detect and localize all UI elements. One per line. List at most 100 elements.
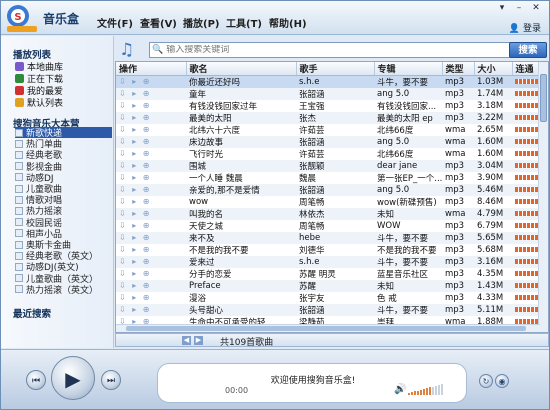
row-artist: 周笔畅 (296, 196, 374, 208)
repeat-icon[interactable]: ↻ (479, 374, 493, 388)
row-type: mp3 (442, 88, 474, 100)
prev-page-icon[interactable]: ◀ (182, 336, 191, 345)
table-row[interactable]: ⇩ ▸ ⊕ 漫浴 张宇友色 戒 mp3 4.33M (116, 292, 540, 304)
connectivity-bar (515, 103, 540, 108)
category-icon (15, 184, 23, 193)
table-row[interactable]: ⇩ ▸ ⊕ wow 周笔畅 wow(新碟预售) mp3 8.46M (116, 196, 540, 208)
next-button[interactable]: ⏭ (101, 370, 121, 390)
search-box: 🔍 (149, 42, 513, 58)
volume-bar (432, 386, 434, 395)
row-connectivity (512, 232, 540, 244)
row-artist: 张韶涵 (296, 304, 374, 316)
horizontal-scrollbar[interactable] (116, 324, 540, 332)
menu-view[interactable]: 查看(V) (140, 15, 183, 30)
row-actions-icon[interactable]: ⇩ ▸ ⊕ (119, 173, 152, 182)
vertical-scroll-thumb[interactable] (540, 74, 547, 122)
menu-tools[interactable]: 工具(T) (226, 15, 269, 30)
menu-file[interactable]: 文件(F) (97, 15, 140, 30)
row-actions-icon[interactable]: ⇩ ▸ ⊕ (119, 269, 152, 278)
row-album: 第一张EP_一个... (374, 172, 442, 184)
table-row[interactable]: ⇩ ▸ ⊕ 飞行时光 许茹芸 北纬66度 wma 1.60M (116, 148, 540, 160)
row-title: 童年 (186, 88, 296, 100)
row-title: 北纬六十六度 (186, 124, 296, 136)
table-row[interactable]: ⇩ ▸ ⊕ 来不及 hebe 斗牛，要不要 mp3 5.65M (116, 232, 540, 244)
connectivity-bar (515, 151, 540, 156)
table-row[interactable]: ⇩ ▸ ⊕ 有钱没钱回家过年 王宝强 有钱没钱回家... mp3 3.18M (116, 100, 540, 112)
table-row[interactable]: ⇩ ▸ ⊕ 你最近还好吗 s.h.e 斗牛，要不要 mp3 1.03M (116, 75, 540, 88)
volume-slider[interactable] (408, 384, 452, 395)
row-size: 3.16M (474, 256, 512, 268)
row-actions-icon[interactable]: ⇩ ▸ ⊕ (119, 197, 152, 206)
table-row[interactable]: ⇩ ▸ ⊕ 童年 张韶涵 ang 5.0 mp3 1.74M (116, 88, 540, 100)
skin-icon[interactable]: ▾ (495, 3, 509, 14)
music-note-icon (15, 61, 24, 71)
table-row[interactable]: ⇩ ▸ ⊕ 叫我的名 林依杰 未知 wma 4.79M (116, 208, 540, 220)
playlist-item[interactable]: 我的最爱 (15, 84, 63, 97)
menu-help[interactable]: 帮助(H) (269, 15, 312, 30)
play-button[interactable]: ▶ (51, 356, 95, 400)
table-row[interactable]: ⇩ ▸ ⊕ 头号甜心 张韶涵 斗牛，要不要 mp3 5.11M (116, 304, 540, 316)
table-row[interactable]: ⇩ ▸ ⊕ 分手的恋爱 苏醒 明灵 蓝星音乐社区 mp3 4.35M (116, 268, 540, 280)
row-actions-icon[interactable]: ⇩ ▸ ⊕ (119, 293, 152, 302)
search-button[interactable]: 搜索 (509, 42, 547, 58)
row-actions-icon[interactable]: ⇩ ▸ ⊕ (119, 257, 152, 266)
mini-mode-icon[interactable]: ◉ (495, 374, 509, 388)
table-row[interactable]: ⇩ ▸ ⊕ 北纬六十六度 许茹芸 北纬66度 wma 2.65M (116, 124, 540, 136)
col-album[interactable]: 专辑 (374, 62, 443, 76)
row-actions-icon[interactable]: ⇩ ▸ ⊕ (119, 113, 152, 122)
row-artist: 苏醒 明灵 (296, 268, 374, 280)
playlist-item[interactable]: 本地曲库 (15, 60, 63, 73)
row-actions-icon[interactable]: ⇩ ▸ ⊕ (119, 233, 152, 242)
volume-bar (408, 393, 410, 395)
song-count: 共109首歌曲 (220, 338, 274, 348)
row-actions-icon[interactable]: ⇩ ▸ ⊕ (119, 77, 152, 86)
row-album: dear jane (374, 160, 442, 172)
row-actions-icon[interactable]: ⇩ ▸ ⊕ (119, 89, 152, 98)
next-page-icon[interactable]: ▶ (194, 336, 203, 345)
table-row[interactable]: ⇩ ▸ ⊕ 不是我的我不要 刘德华 不是我的我不要 mp3 5.68M (116, 244, 540, 256)
table-row[interactable]: ⇩ ▸ ⊕ 爱来过 s.h.e 斗牛，要不要 mp3 3.16M (116, 256, 540, 268)
row-actions-icon[interactable]: ⇩ ▸ ⊕ (119, 281, 152, 290)
table-row[interactable]: ⇩ ▸ ⊕ 围城 张靓颖 dear jane mp3 3.04M (116, 160, 540, 172)
table-row[interactable]: ⇩ ▸ ⊕ 床边故事 张韶涵 ang 5.0 wma 1.60M (116, 136, 540, 148)
vertical-scrollbar[interactable] (538, 62, 548, 332)
col-type[interactable]: 类型 (442, 62, 475, 76)
category-item[interactable]: 热力摇滚（英文） (15, 284, 112, 296)
row-connectivity (512, 208, 540, 220)
col-artist[interactable]: 歌手 (296, 62, 375, 76)
row-connectivity (512, 88, 540, 100)
menu-play[interactable]: 播放(P) (183, 15, 226, 30)
volume-bar (426, 388, 428, 395)
speaker-icon[interactable]: 🔊 (394, 384, 406, 395)
row-actions-icon[interactable]: ⇩ ▸ ⊕ (119, 101, 152, 110)
previous-button[interactable]: ⏮ (26, 370, 46, 390)
col-size[interactable]: 大小 (474, 62, 513, 76)
row-actions-icon[interactable]: ⇩ ▸ ⊕ (119, 305, 152, 314)
table-row[interactable]: ⇩ ▸ ⊕ 天使之城 周笔畅 WOW mp3 6.79M (116, 220, 540, 232)
row-actions-icon[interactable]: ⇩ ▸ ⊕ (119, 209, 152, 218)
login-link[interactable]: 👤 登录 (509, 21, 541, 34)
row-title: Preface (186, 280, 296, 292)
row-actions-icon[interactable]: ⇩ ▸ ⊕ (119, 221, 152, 230)
playlist-item[interactable]: 正在下载 (15, 72, 63, 85)
table-row[interactable]: ⇩ ▸ ⊕ 亲爱的,那不是爱情 张韶涵 ang 5.0 mp3 5.46M (116, 184, 540, 196)
col-connectivity[interactable]: 连通 (512, 62, 541, 76)
table-row[interactable]: ⇩ ▸ ⊕ 一个人睡 魏晨 魏晨 第一张EP_一个... mp3 3.90M (116, 172, 540, 184)
row-actions-icon[interactable]: ⇩ ▸ ⊕ (119, 137, 152, 146)
col-actions[interactable]: 操作 (116, 62, 187, 76)
table-row[interactable]: ⇩ ▸ ⊕ Preface 苏醒 未知 mp3 1.43M (116, 280, 540, 292)
playlist-item[interactable]: 默认列表 (15, 96, 63, 109)
search-input[interactable] (166, 45, 507, 55)
row-actions-icon[interactable]: ⇩ ▸ ⊕ (119, 185, 152, 194)
row-actions-icon[interactable]: ⇩ ▸ ⊕ (119, 125, 152, 134)
row-size: 3.22M (474, 112, 512, 124)
table-row[interactable]: ⇩ ▸ ⊕ 最美的太阳 张杰 最美的太阳 ep mp3 3.22M (116, 112, 540, 124)
row-actions-icon[interactable]: ⇩ ▸ ⊕ (119, 149, 152, 158)
row-actions-icon[interactable]: ⇩ ▸ ⊕ (119, 161, 152, 170)
close-icon[interactable]: ✕ (529, 3, 543, 14)
minimize-icon[interactable]: – (512, 3, 526, 14)
col-title[interactable]: 歌名 (186, 62, 297, 76)
horizontal-scroll-thumb[interactable] (126, 326, 526, 331)
row-actions-icon[interactable]: ⇩ ▸ ⊕ (119, 245, 152, 254)
row-size: 2.65M (474, 124, 512, 136)
